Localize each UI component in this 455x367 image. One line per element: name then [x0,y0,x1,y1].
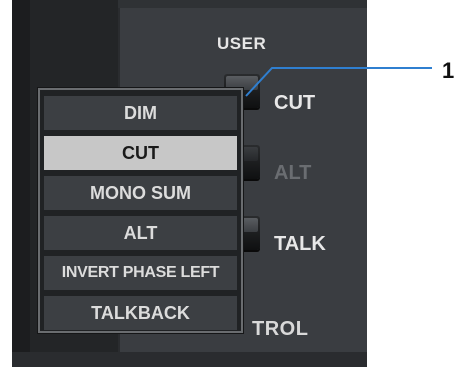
function-dropdown-menu[interactable]: DIM CUT MONO SUM ALT INVERT PHASE LEFT T… [38,88,243,333]
talk-button-label: TALK [274,233,326,255]
panel-bottom-strip [12,352,367,367]
menu-item-talkback[interactable]: TALKBACK [44,296,237,330]
menu-item-alt[interactable]: ALT [44,216,237,250]
menu-item-dim[interactable]: DIM [44,96,237,130]
menu-item-invert-phase-left[interactable]: INVERT PHASE LEFT [44,256,237,290]
menu-item-cut[interactable]: CUT [44,136,237,170]
alt-button-label: ALT [274,162,312,184]
panel-left-edge [12,0,30,367]
cut-button-label: CUT [274,92,316,114]
menu-item-mono-sum[interactable]: MONO SUM [44,176,237,210]
user-section-title: USER [217,34,267,53]
control-section-label: TROL [252,318,309,340]
callout-number: 1 [442,58,455,83]
